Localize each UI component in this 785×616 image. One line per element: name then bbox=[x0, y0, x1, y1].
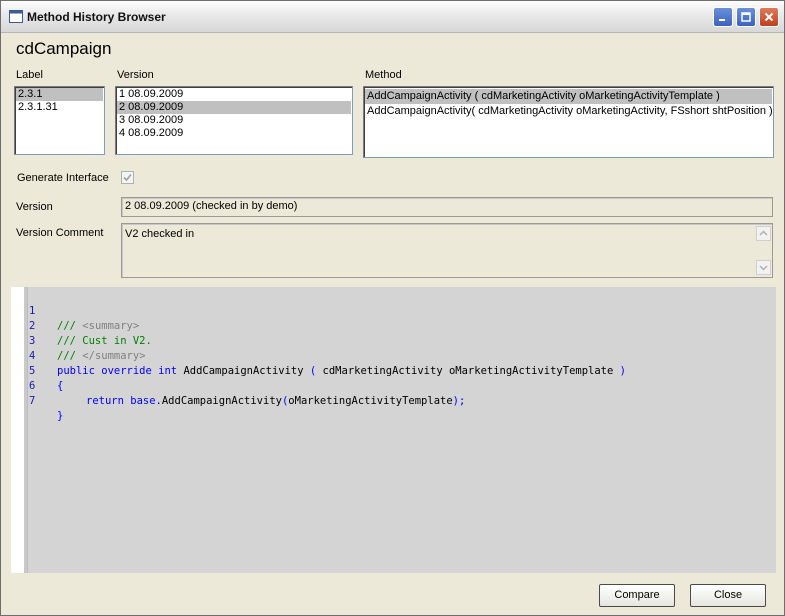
app-window-icon bbox=[9, 10, 23, 23]
version-list-item[interactable]: 2 08.09.2009 bbox=[117, 101, 351, 114]
comment-scroll-down-button[interactable] bbox=[756, 260, 771, 275]
chevron-up-icon bbox=[759, 230, 768, 236]
version-list-item[interactable]: 3 08.09.2009 bbox=[117, 114, 351, 127]
code-line: 4 public override int AddCampaignActivit… bbox=[11, 334, 626, 377]
version-listbox[interactable]: 1 08.09.2009 2 08.09.2009 3 08.09.2009 4… bbox=[115, 86, 353, 155]
label-list-item[interactable]: 2.3.1 bbox=[16, 88, 103, 101]
code-line: 5 { bbox=[11, 349, 63, 392]
code-identifier: oMarketingActivityTemplate bbox=[288, 395, 453, 407]
minimize-button[interactable] bbox=[713, 7, 733, 27]
code-text: public override int AddCampaignActivity … bbox=[57, 364, 626, 379]
code-identifier: AddCampaignActivity bbox=[161, 395, 282, 407]
version-field-label: Version bbox=[16, 201, 53, 213]
close-window-button[interactable] bbox=[759, 7, 779, 27]
method-list-item[interactable]: AddCampaignActivity( cdMarketingActivity… bbox=[365, 104, 773, 119]
code-line: 7 } bbox=[11, 379, 63, 422]
code-comment: /// Cust in V2. bbox=[57, 335, 152, 347]
version-list-item[interactable]: 1 08.09.2009 bbox=[117, 88, 351, 101]
method-list-item[interactable]: AddCampaignActivity ( cdMarketingActivit… bbox=[365, 89, 772, 104]
version-list-label: Version bbox=[117, 69, 154, 81]
line-number: 7 bbox=[29, 395, 36, 407]
method-history-window: Method History Browser cdCampaign Label … bbox=[0, 0, 785, 616]
label-list-item[interactable]: 2.3.1.31 bbox=[16, 101, 103, 114]
code-line: 1 /// <summary> bbox=[11, 289, 139, 332]
title-bar[interactable]: Method History Browser bbox=[1, 1, 784, 33]
label-listbox[interactable]: 2.3.1 2.3.1.31 bbox=[14, 86, 105, 155]
generate-interface-label: Generate Interface bbox=[17, 172, 109, 184]
method-list-label: Method bbox=[365, 69, 402, 81]
maximize-icon bbox=[741, 12, 751, 22]
code-comment: /// bbox=[57, 320, 83, 332]
label-list-label: Label bbox=[16, 69, 43, 81]
code-punct: ) bbox=[619, 365, 626, 377]
maximize-button[interactable] bbox=[736, 7, 756, 27]
code-punct: { bbox=[57, 380, 64, 392]
code-text: return base.AddCampaignActivity(oMarketi… bbox=[86, 394, 465, 409]
version-comment-label: Version Comment bbox=[16, 227, 104, 239]
code-xml-tag: </summary> bbox=[82, 350, 146, 362]
code-identifier: cdMarketingActivity oMarketingActivityTe… bbox=[322, 365, 620, 377]
compare-button[interactable]: Compare bbox=[599, 584, 675, 607]
code-line: 3 /// </summary> bbox=[11, 319, 146, 362]
close-icon bbox=[764, 12, 774, 22]
code-xml-tag: <summary> bbox=[82, 320, 140, 332]
close-button[interactable]: Close bbox=[690, 584, 766, 607]
code-punct: ( bbox=[309, 365, 323, 377]
code-text: /// </summary> bbox=[57, 349, 146, 364]
code-punct: ); bbox=[452, 395, 466, 407]
version-list-item[interactable]: 4 08.09.2009 bbox=[117, 127, 351, 140]
code-text: /// <summary> bbox=[57, 319, 139, 334]
code-keyword: return base. bbox=[86, 395, 162, 407]
minimize-icon bbox=[719, 19, 725, 21]
checkmark-icon bbox=[123, 173, 132, 182]
code-line: 2 /// Cust in V2. bbox=[11, 304, 152, 347]
code-identifier: AddCampaignActivity bbox=[183, 365, 310, 377]
code-viewer[interactable]: 1 /// <summary> 2 /// Cust in V2. 3 /// … bbox=[11, 287, 776, 573]
generate-interface-checkbox[interactable] bbox=[121, 171, 134, 184]
code-keyword: public override int bbox=[57, 365, 184, 377]
comment-scroll-up-button[interactable] bbox=[756, 226, 771, 241]
class-name-heading: cdCampaign bbox=[16, 39, 112, 58]
code-punct: } bbox=[57, 410, 64, 422]
method-listbox[interactable]: AddCampaignActivity ( cdMarketingActivit… bbox=[363, 86, 774, 158]
version-comment-text: V2 checked in bbox=[125, 228, 195, 240]
code-comment: /// bbox=[57, 350, 83, 362]
version-readonly-field: 2 08.09.2009 (checked in by demo) bbox=[121, 197, 773, 217]
window-title: Method History Browser bbox=[27, 10, 166, 24]
code-line: 6 return base.AddCampaignActivity(oMarke… bbox=[11, 364, 465, 407]
version-comment-field[interactable]: V2 checked in bbox=[121, 223, 773, 278]
chevron-down-icon bbox=[759, 265, 768, 271]
